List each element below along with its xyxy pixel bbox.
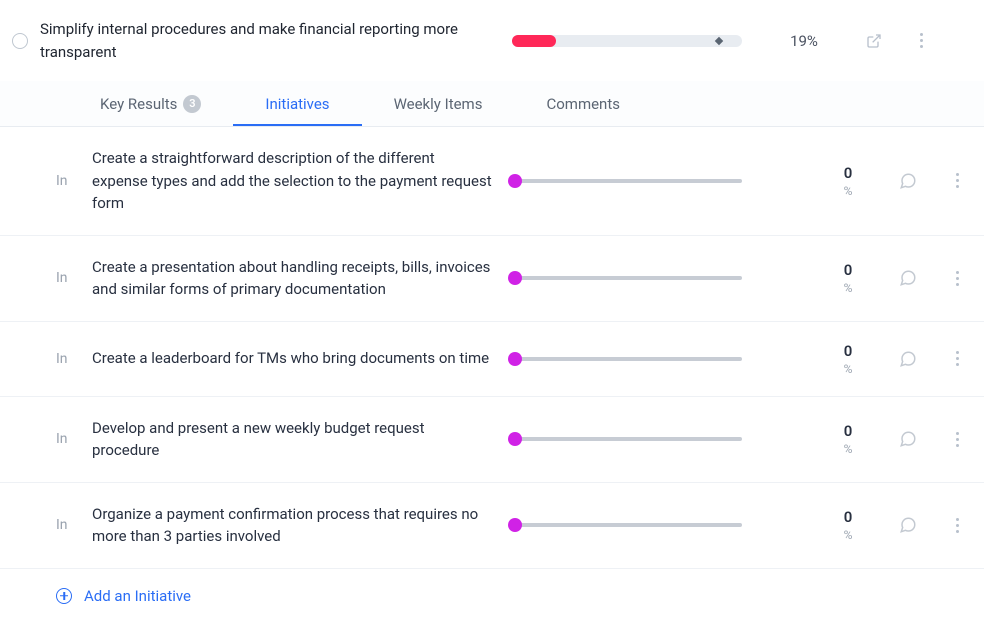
initiative-pct: 0 %	[828, 342, 868, 376]
tab-label: Key Results	[100, 95, 177, 113]
objective-radio[interactable]	[12, 33, 28, 49]
initiative-row: In Create a straightforward description …	[0, 127, 984, 236]
comment-icon[interactable]	[888, 430, 928, 448]
initiative-menu-kebab[interactable]	[948, 432, 966, 447]
initiative-row: In Organize a payment confirmation proce…	[0, 483, 984, 569]
initiative-slider[interactable]	[512, 276, 808, 280]
tab-label: Weekly Items	[394, 95, 483, 113]
slider-thumb-icon[interactable]	[508, 518, 522, 532]
objective-progress-bar[interactable]	[512, 35, 742, 47]
objective-menu-kebab[interactable]	[912, 33, 930, 48]
initiative-prefix: In	[56, 173, 72, 189]
objective-progress-pct: 19%	[754, 32, 854, 50]
comment-icon[interactable]	[888, 269, 928, 287]
initiative-pct: 0 %	[828, 164, 868, 198]
initiative-prefix: In	[56, 517, 72, 533]
initiative-slider[interactable]	[512, 357, 808, 361]
initiative-prefix: In	[56, 270, 72, 286]
objective-title: Simplify internal procedures and make fi…	[40, 18, 500, 63]
tab-badge: 3	[183, 95, 201, 113]
initiative-row: In Develop and present a new weekly budg…	[0, 397, 984, 483]
initiative-prefix: In	[56, 431, 72, 447]
initiative-pct: 0 %	[828, 261, 868, 295]
initiative-menu-kebab[interactable]	[948, 518, 966, 533]
slider-thumb-icon[interactable]	[508, 432, 522, 446]
initiative-title: Create a leaderboard for TMs who bring d…	[92, 347, 492, 370]
external-link-icon[interactable]	[866, 33, 882, 49]
tab-label: Comments	[546, 95, 620, 113]
comment-icon[interactable]	[888, 516, 928, 534]
tabs-bar: Key Results 3 Initiatives Weekly Items C…	[0, 81, 984, 127]
initiative-menu-kebab[interactable]	[948, 271, 966, 286]
initiative-title: Create a straightforward description of …	[92, 147, 492, 215]
add-initiative-label: Add an Initiative	[84, 587, 191, 605]
tab-key-results[interactable]: Key Results 3	[68, 81, 233, 126]
initiative-prefix: In	[56, 351, 72, 367]
comment-icon[interactable]	[888, 172, 928, 190]
tab-label: Initiatives	[265, 95, 329, 113]
slider-thumb-icon[interactable]	[508, 271, 522, 285]
initiatives-list: In Create a straightforward description …	[0, 127, 984, 569]
initiative-row: In Create a leaderboard for TMs who brin…	[0, 322, 984, 397]
initiative-title: Create a presentation about handling rec…	[92, 256, 492, 301]
initiative-title: Develop and present a new weekly budget …	[92, 417, 492, 462]
comment-icon[interactable]	[888, 350, 928, 368]
objective-progress-fill	[512, 35, 556, 47]
slider-thumb-icon[interactable]	[508, 352, 522, 366]
initiative-pct: 0 %	[828, 508, 868, 542]
initiative-row: In Create a presentation about handling …	[0, 236, 984, 322]
tab-initiatives[interactable]: Initiatives	[233, 81, 361, 126]
initiative-menu-kebab[interactable]	[948, 173, 966, 188]
slider-thumb-icon[interactable]	[508, 174, 522, 188]
tab-comments[interactable]: Comments	[514, 81, 652, 126]
initiative-menu-kebab[interactable]	[948, 351, 966, 366]
objective-row: Simplify internal procedures and make fi…	[0, 0, 984, 81]
initiative-slider[interactable]	[512, 437, 808, 441]
initiative-title: Organize a payment confirmation process …	[92, 503, 492, 548]
diamond-icon	[715, 36, 723, 44]
tab-weekly-items[interactable]: Weekly Items	[362, 81, 515, 126]
initiative-slider[interactable]	[512, 179, 808, 183]
plus-circle-icon	[56, 588, 72, 604]
initiative-slider[interactable]	[512, 523, 808, 527]
initiative-pct: 0 %	[828, 422, 868, 456]
